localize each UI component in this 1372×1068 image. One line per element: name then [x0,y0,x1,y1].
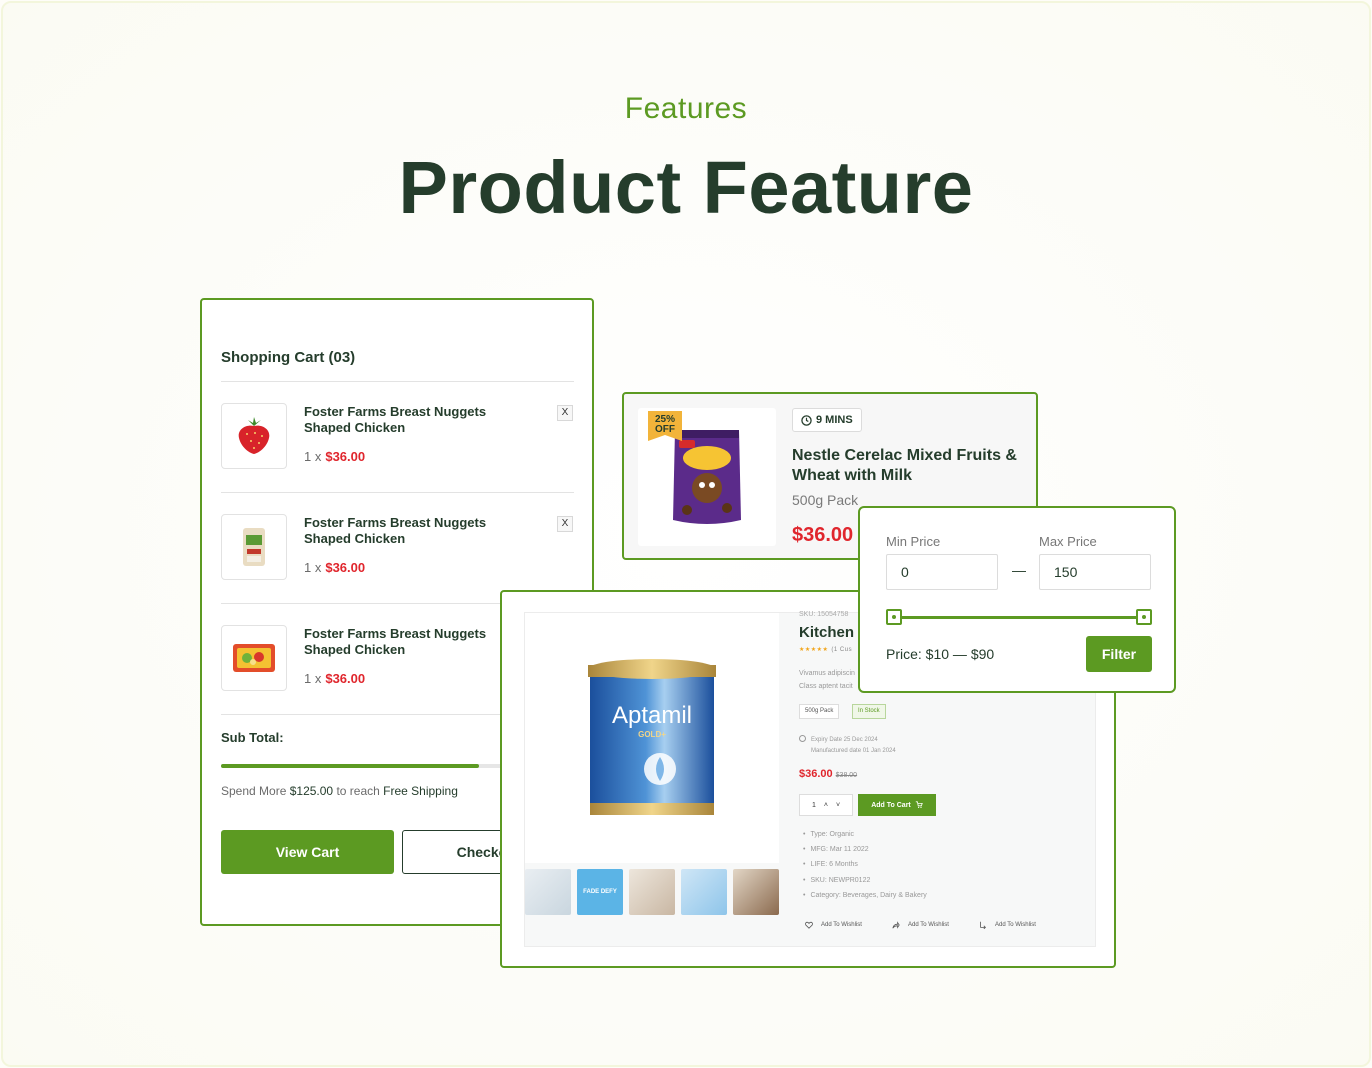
wishlist-label: Add To Wishlist [995,922,1036,928]
meta-item: Category: Beverages, Dairy & Bakery [803,888,926,903]
wishlist-link[interactable]: Add To Wishlist [805,921,862,929]
cart-title: Shopping Cart (03) [221,349,356,366]
product-sku: SKU: 15054758 [799,611,849,618]
cart-item[interactable]: Foster Farms Breast Nuggets Shaped Chick… [221,514,576,580]
product-name[interactable]: Nestle Cerelac Mixed Fruits & Wheat with… [792,446,1022,486]
min-price-input[interactable]: 0 [886,554,998,590]
min-range-handle[interactable] [886,609,902,625]
item-name[interactable]: Foster Farms Breast Nuggets Shaped Chick… [304,515,514,547]
min-price-label: Min Price [886,534,941,549]
discount-off: OFF [655,424,675,435]
spend-amount: $125.00 [289,784,334,798]
spend-prefix: Spend More [221,784,287,798]
detail-price: $36.00 $38.00 [799,768,857,780]
item-qty: 1 x [304,449,322,464]
strawberry-icon [221,403,287,469]
product-brand-sub: GOLD+ [638,730,666,739]
compare-link[interactable]: Add To Wishlist [979,921,1036,929]
wishlist-label: Add To Wishlist [821,922,862,928]
heart-icon [805,921,813,929]
cart-item[interactable]: Foster Farms Breast Nuggets Shaped Chick… [221,403,576,469]
stars: ★★★★★ [799,647,829,653]
spend-more-text: Spend More $125.00 to reach Free Shippin… [221,784,458,798]
chevron-up-icon[interactable]: ˄ [824,802,828,809]
remove-item-button[interactable]: X [557,516,573,532]
current-price: $36.00 [799,768,833,780]
spend-middle: to reach [336,784,380,798]
price-range-text: Price: $10 — $90 [886,646,995,662]
item-price-value: $36.00 [325,560,366,575]
stock-chip: In Stock [852,704,886,719]
quantity-stepper[interactable]: 1 ˄ ˅ [799,794,853,816]
price-range-track[interactable] [894,616,1144,619]
cart-icon [915,801,923,809]
flour-bag-icon [221,514,287,580]
meta-item: Type: Organic [803,827,927,842]
section-eyebrow: Features [624,92,748,125]
snack-pack-icon [221,625,287,691]
pack-chip[interactable]: 500g Pack [799,704,840,719]
share-link[interactable]: Add To Wishlist [892,921,949,929]
clock-icon [799,735,806,742]
thumbnail[interactable] [681,869,727,915]
wishlist-label: Add To Wishlist [908,922,949,928]
max-price-input[interactable]: 150 [1039,554,1151,590]
item-price: 1 x $36.00 [304,671,365,686]
thumbnail[interactable] [629,869,675,915]
thumbnail-strip: FADE DEFY [525,869,779,915]
product-pack: 500g Pack [792,492,859,508]
item-price: 1 x $36.00 [304,449,365,464]
product-main-image[interactable]: Aptamil GOLD+ [525,613,779,863]
review-count: (1 Cus [831,647,853,653]
divider [221,381,574,382]
item-price-value: $36.00 [325,671,366,686]
price-filter-card: Min Price Max Price 0 — 150 Price: $10 —… [858,506,1176,693]
discount-badge: 25% OFF [648,411,682,441]
manufactured-date: Manufactured date 01 Jan 2024 [811,748,896,754]
meta-item: LIFE: 6 Months [803,857,927,872]
item-price: 1 x $36.00 [304,560,365,575]
divider [221,492,574,493]
quantity-value: 1 [812,801,816,809]
product-meta-list: Type: Organic MFG: Mar 11 2022 LIFE: 6 M… [803,827,927,903]
max-range-handle[interactable] [1136,609,1152,625]
compare-icon [980,921,986,929]
range-dash: — [1012,562,1026,578]
subtotal-label: Sub Total: [221,730,284,745]
shipping-progress-fill [221,764,479,768]
timer-text: 9 MINS [816,414,853,426]
view-cart-button[interactable]: View Cart [221,830,394,874]
item-qty: 1 x [304,560,322,575]
rating-stars: ★★★★★ (1 Cus [799,646,852,653]
item-qty: 1 x [304,671,322,686]
meta-item: SKU: NEWPR0122 [803,873,927,888]
product-brand: Aptamil [612,702,692,729]
item-price-value: $36.00 [325,449,366,464]
item-name[interactable]: Foster Farms Breast Nuggets Shaped Chick… [304,626,514,658]
timer-badge: 9 MINS [792,408,862,432]
clock-icon [801,414,812,426]
expiry-info: Expiry Date 25 Dec 2024 Manufactured dat… [799,735,896,757]
share-icon [892,921,900,929]
chevron-down-icon[interactable]: ˅ [836,802,840,809]
thumbnail-text: FADE DEFY [583,889,617,895]
thumbnail[interactable] [525,869,571,915]
max-price-label: Max Price [1039,534,1097,549]
section-title: Product Feature [398,146,974,229]
filter-button[interactable]: Filter [1086,636,1152,672]
item-name[interactable]: Foster Farms Breast Nuggets Shaped Chick… [304,404,514,436]
add-to-cart-button[interactable]: Add To Cart [858,794,936,816]
thumbnail[interactable] [733,869,779,915]
free-shipping-text: Free Shipping [383,784,458,798]
meta-item: MFG: Mar 11 2022 [803,842,927,857]
thumbnail[interactable]: FADE DEFY [577,869,623,915]
product-image[interactable]: 25% OFF [638,408,776,546]
product-price: $36.00 [792,524,854,546]
expiry-date: Expiry Date 25 Dec 2024 [811,737,878,743]
remove-item-button[interactable]: X [557,405,573,421]
add-to-cart-label: Add To Cart [871,801,911,809]
old-price: $38.00 [835,772,858,779]
